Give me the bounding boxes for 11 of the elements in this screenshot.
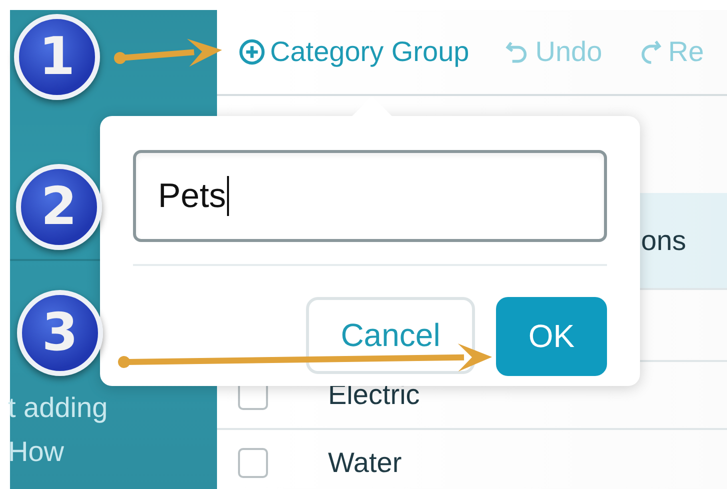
sidebar-text: How	[8, 435, 66, 469]
input-field[interactable]: Pets	[133, 150, 607, 242]
table-cell: Electric	[328, 379, 420, 411]
plus-circle-icon	[238, 38, 266, 66]
column-header: ons	[641, 224, 686, 256]
checkbox[interactable]	[238, 448, 268, 478]
cancel-button[interactable]: Cancel	[306, 297, 475, 374]
table-cell: Water	[328, 447, 402, 479]
text-cursor	[227, 176, 230, 216]
ok-button[interactable]: OK	[496, 297, 607, 376]
toolbar-button[interactable]: Category Group	[238, 36, 470, 68]
